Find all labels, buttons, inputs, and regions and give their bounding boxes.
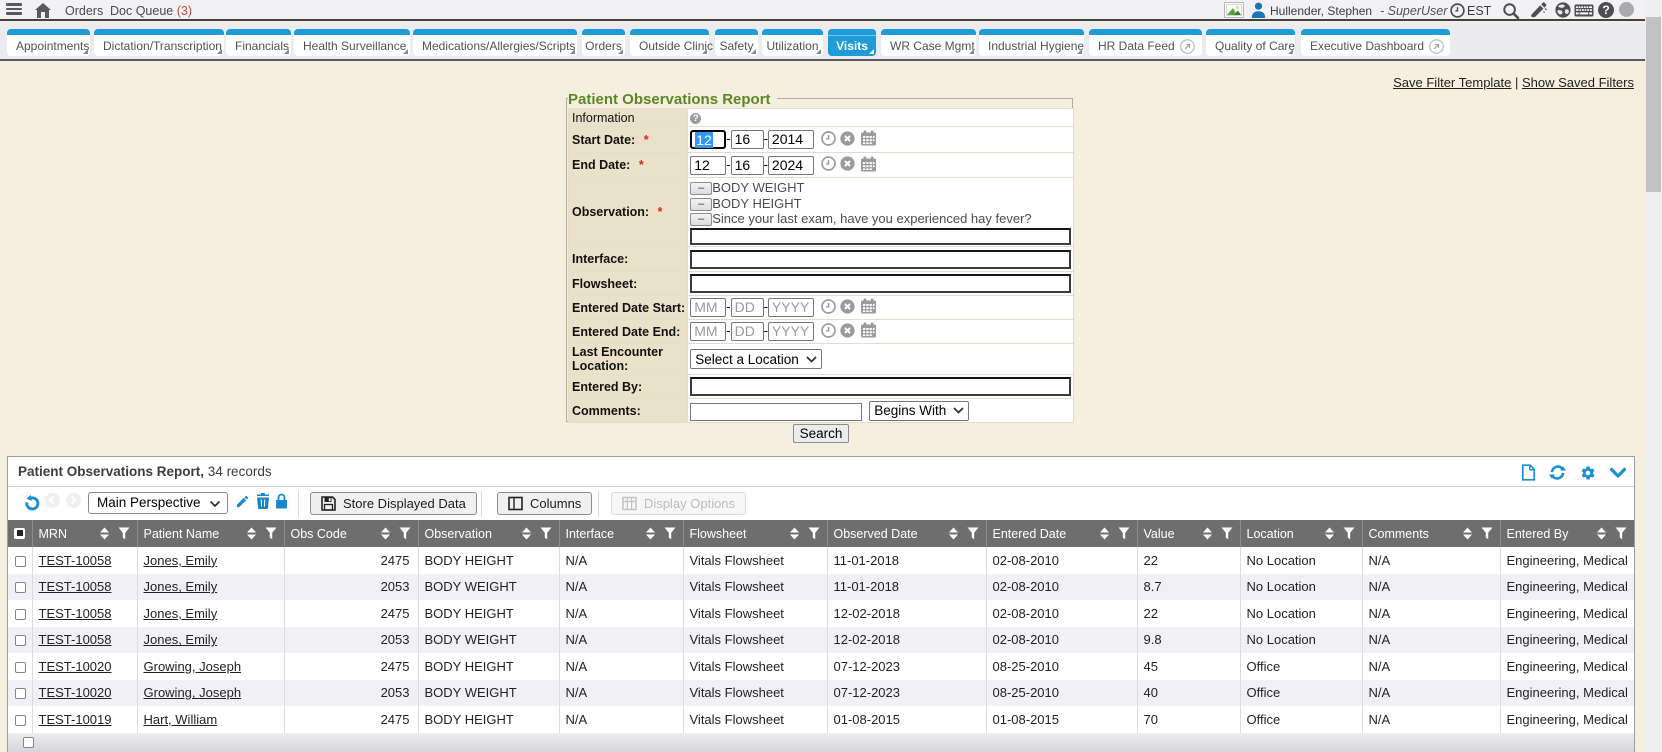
svg-text:?: ? [1602,3,1609,17]
